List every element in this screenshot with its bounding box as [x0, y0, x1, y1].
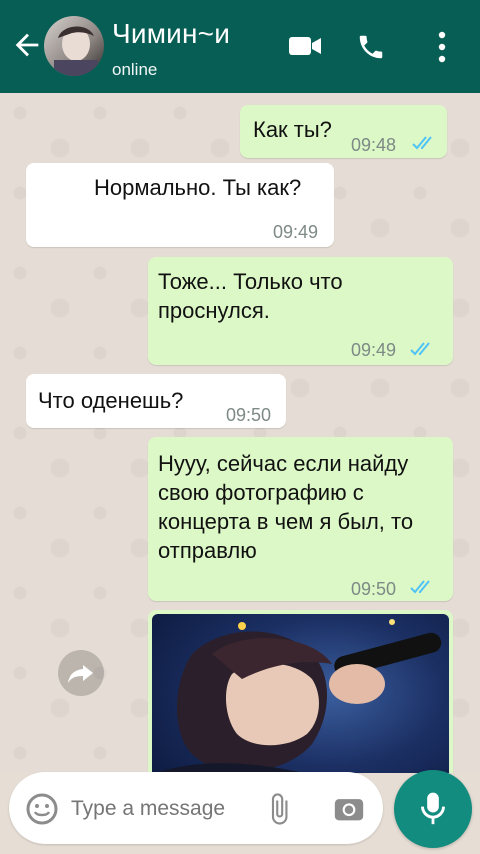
photo[interactable]	[152, 614, 449, 773]
message-text: Тоже... Только что проснулся.	[158, 269, 343, 323]
microphone-icon	[421, 792, 445, 825]
message-time: 09:49	[273, 222, 319, 242]
message-time: 09:49	[351, 340, 397, 360]
contact-name[interactable]: Чимин~и	[112, 18, 230, 50]
image-message[interactable]	[148, 610, 453, 773]
read-ticks-icon	[410, 342, 430, 356]
avatar[interactable]	[44, 16, 104, 76]
arrow-left-icon[interactable]	[10, 28, 44, 62]
message-time: 09:50	[351, 579, 397, 599]
emoji-icon[interactable]	[25, 792, 59, 826]
message-input[interactable]	[71, 797, 251, 821]
read-ticks-icon	[412, 136, 432, 150]
contact-status: online	[112, 60, 158, 79]
message-list[interactable]: Как ты? 09:48 Нормально. Ты как? 09:49 Т…	[0, 93, 480, 773]
forward-icon[interactable]	[58, 650, 104, 696]
message-bubble[interactable]: Нууу, сейчас если найду свою фотографию …	[148, 437, 453, 601]
message-text: Что оденешь?	[38, 388, 184, 413]
message-time: 09:48	[351, 135, 397, 155]
message-composer	[9, 772, 383, 844]
message-time: 09:50	[226, 405, 272, 425]
more-vert-icon[interactable]	[432, 30, 452, 64]
message-bubble[interactable]: Тоже... Только что проснулся. 09:49	[148, 257, 453, 365]
microphone-button[interactable]	[394, 770, 472, 848]
camera-icon[interactable]	[332, 792, 366, 826]
message-bubble[interactable]: Как ты? 09:48	[240, 105, 447, 158]
read-ticks-icon	[410, 580, 430, 594]
message-bubble[interactable]: Что оденешь? 09:50	[26, 374, 286, 428]
video-camera-icon[interactable]	[288, 34, 322, 58]
chat-header: Чимин~и online	[0, 0, 480, 93]
phone-icon[interactable]	[356, 32, 386, 62]
message-text: Нормально. Ты как?	[94, 175, 302, 200]
message-text: Нууу, сейчас если найду свою фотографию …	[158, 451, 414, 563]
message-bubble[interactable]: Нормально. Ты как? 09:49	[26, 163, 334, 247]
message-text: Как ты?	[253, 117, 332, 142]
paperclip-icon[interactable]	[262, 792, 296, 826]
